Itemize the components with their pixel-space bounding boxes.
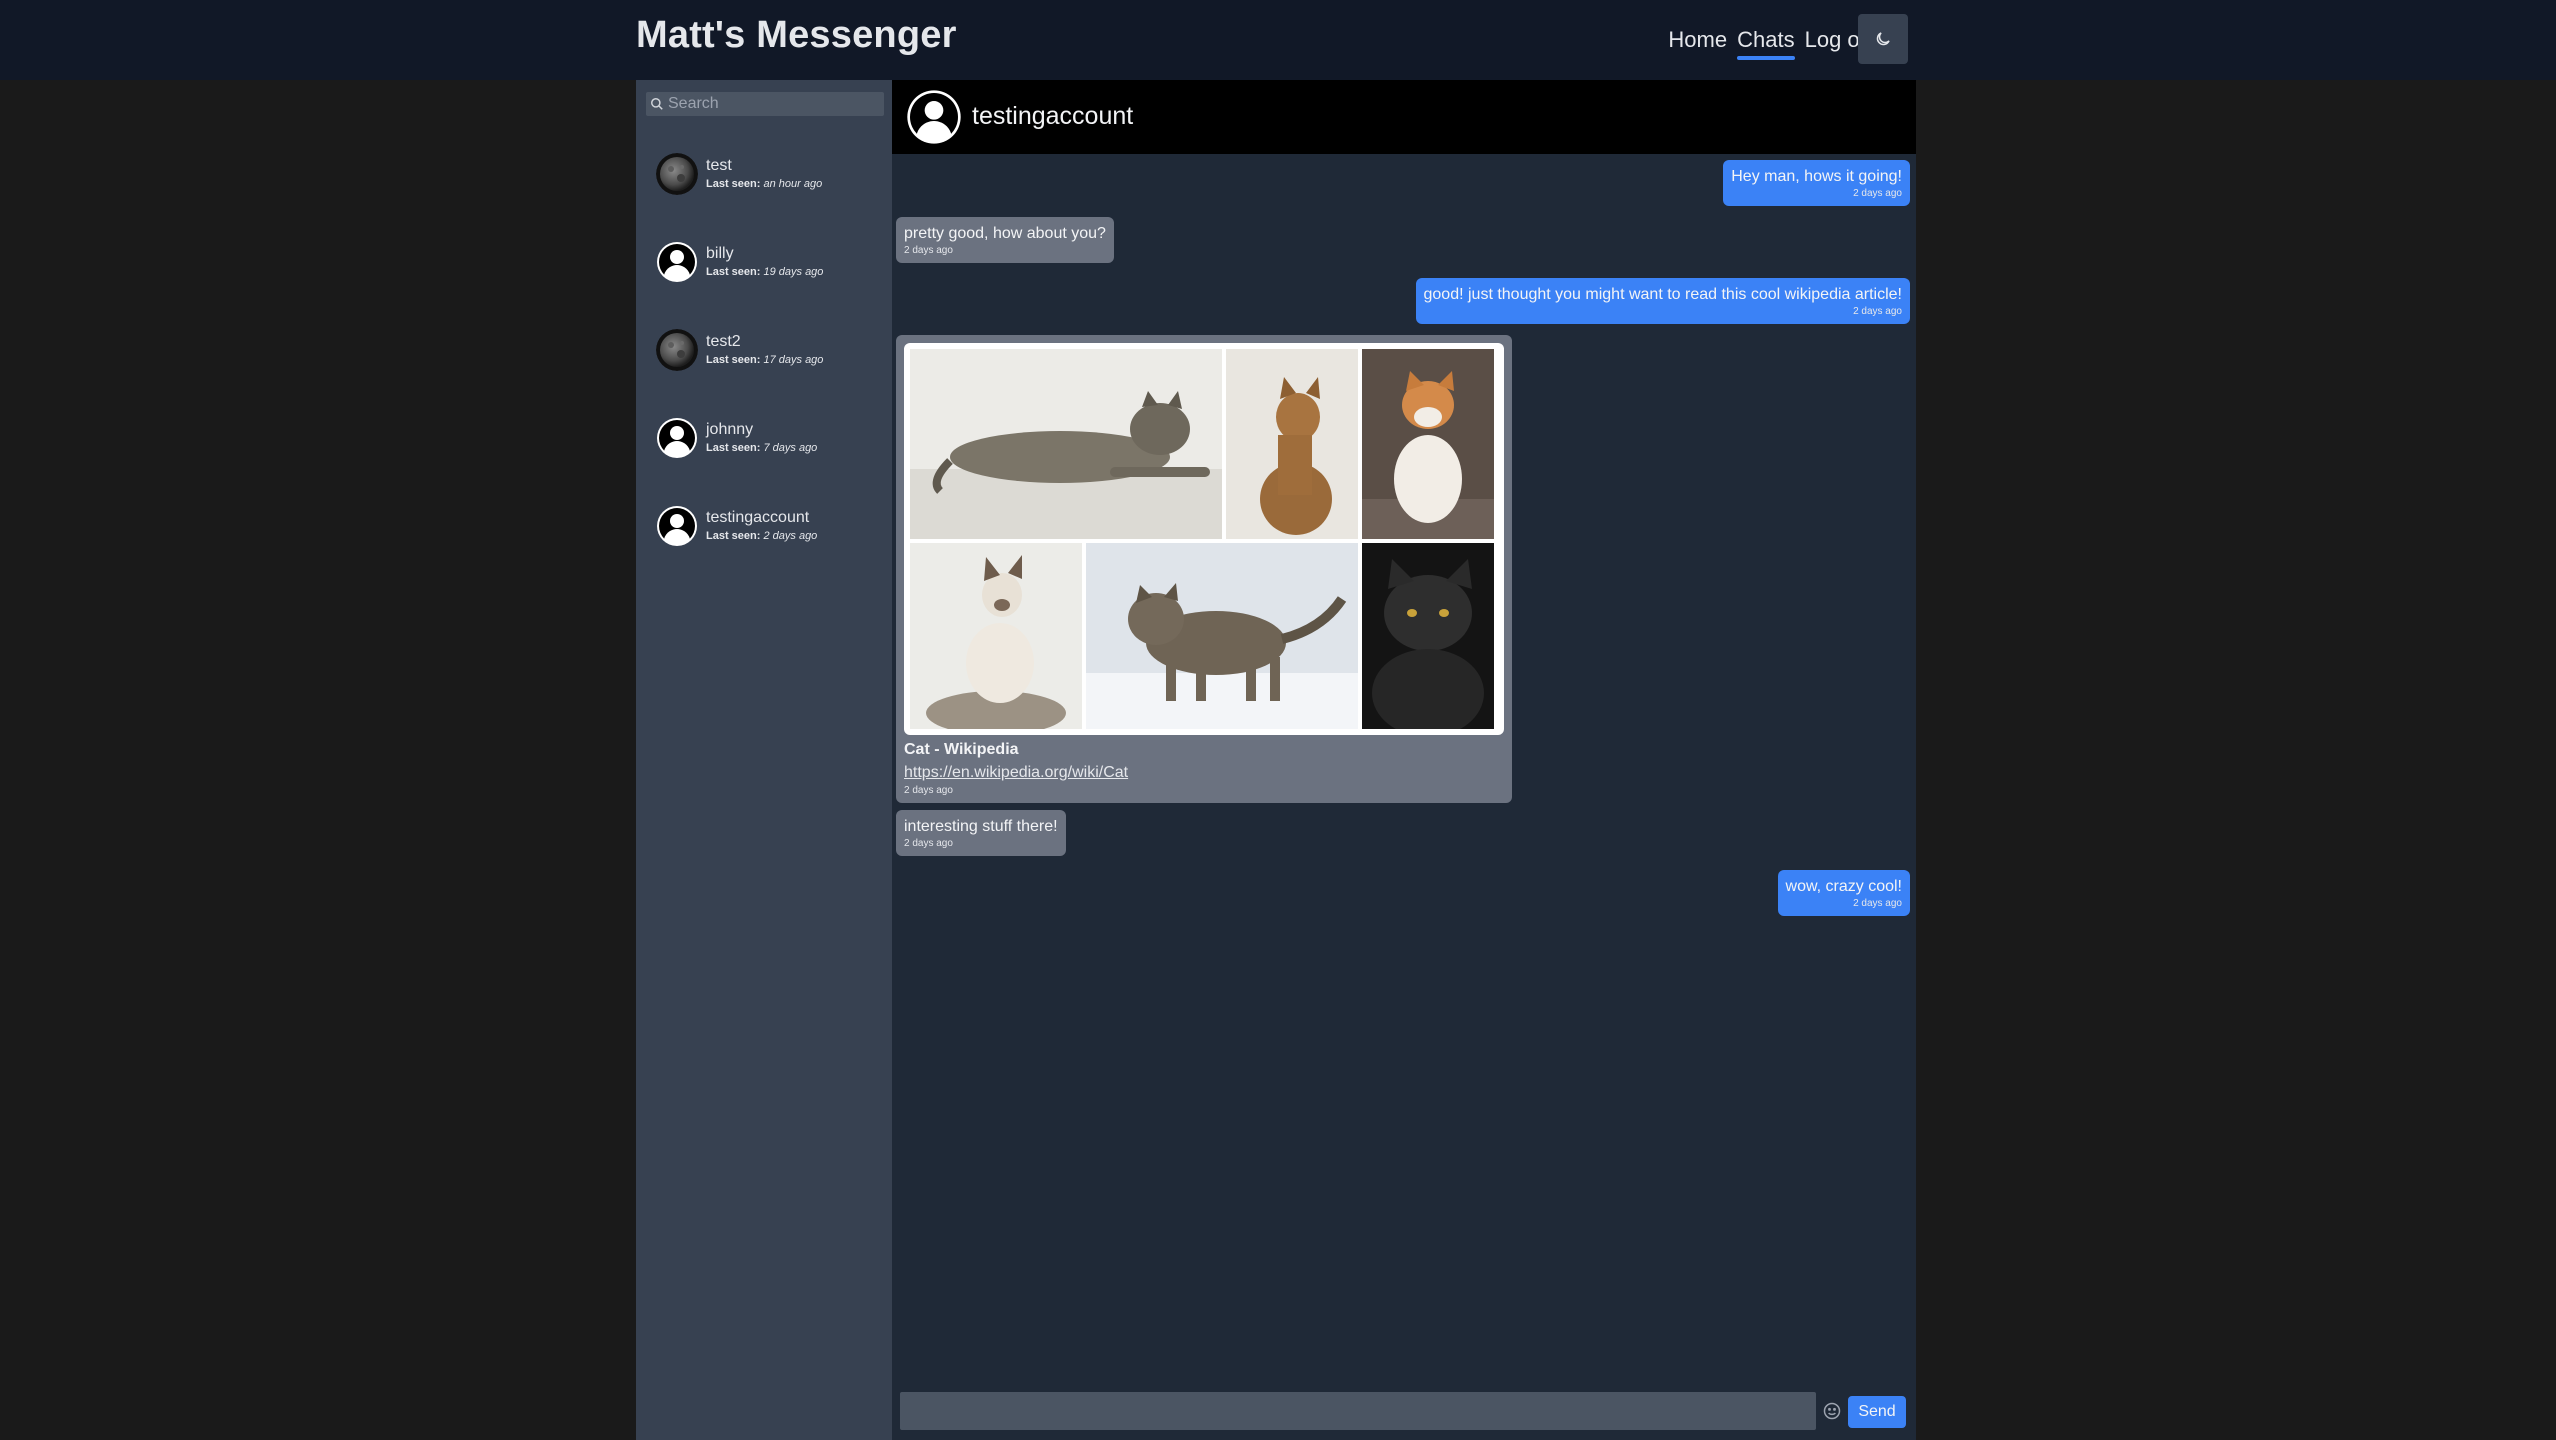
message-text: Hey man, hows it going!: [1731, 168, 1902, 185]
message-outgoing: Hey man, hows it going! 2 days ago: [1723, 160, 1910, 206]
contact-last-seen: Last seen: an hour ago: [706, 178, 823, 190]
message-outgoing: good! just thought you might want to rea…: [1415, 278, 1910, 324]
contact-last-seen: Last seen: 7 days ago: [706, 442, 818, 454]
user-avatar-icon[interactable]: [906, 89, 962, 145]
nav-chats-link[interactable]: Chats: [1737, 22, 1796, 60]
message-text: wow, crazy cool!: [1785, 878, 1902, 895]
cat-photo: [1086, 543, 1358, 729]
link-preview-title: Cat - Wikipedia: [904, 741, 1019, 758]
message-time: 2 days ago: [904, 245, 953, 256]
message-time: 2 days ago: [1853, 306, 1902, 317]
contact-last-seen: Last seen: 19 days ago: [706, 266, 824, 278]
contact-name: test2: [706, 333, 741, 350]
user-avatar-icon: [657, 418, 697, 458]
message-text: interesting stuff there!: [904, 818, 1058, 835]
cat-photo: [1226, 349, 1358, 539]
top-navbar: Matt's Messenger Home Chats Log out: [0, 0, 2556, 80]
emoji-icon[interactable]: [1822, 1401, 1842, 1421]
moon-icon: [1876, 32, 1890, 46]
user-avatar-icon: [657, 506, 697, 546]
contact-last-seen: Last seen: 17 days ago: [706, 354, 824, 366]
message-incoming: interesting stuff there! 2 days ago: [896, 810, 1066, 856]
contact-name: billy: [706, 245, 734, 262]
contact-item-testingaccount[interactable]: testingaccount Last seen: 2 days ago: [656, 496, 876, 556]
link-preview-image[interactable]: [904, 343, 1504, 735]
cat-photo: [1362, 543, 1494, 729]
search-input[interactable]: [668, 95, 878, 113]
contact-item-billy[interactable]: billy Last seen: 19 days ago: [656, 232, 876, 292]
chat-title: testingaccount: [972, 102, 1134, 130]
message-link-preview: Cat - Wikipedia https://en.wikipedia.org…: [896, 335, 1512, 803]
user-avatar-icon: [657, 242, 697, 282]
search-box[interactable]: [646, 92, 884, 116]
chat-header: testingaccount: [892, 80, 1916, 154]
message-text: good! just thought you might want to rea…: [1423, 286, 1903, 303]
moon-avatar: [656, 329, 698, 371]
contact-item-johnny[interactable]: johnny Last seen: 7 days ago: [656, 408, 876, 468]
contact-name: testingaccount: [706, 509, 810, 526]
message-time: 2 days ago: [904, 838, 953, 849]
search-icon: [646, 92, 668, 116]
cat-photo: [910, 349, 1222, 539]
message-time: 2 days ago: [1853, 898, 1902, 909]
theme-toggle-button[interactable]: [1858, 14, 1908, 64]
chat-panel: testingaccount Hey man, hows it going! 2…: [892, 80, 1916, 1440]
contacts-sidebar: test Last seen: an hour ago billy Last s…: [636, 80, 892, 1440]
contact-item-test2[interactable]: test2 Last seen: 17 days ago: [656, 320, 876, 380]
message-time: 2 days ago: [1853, 188, 1902, 199]
cat-photo: [910, 543, 1082, 729]
contact-item-test[interactable]: test Last seen: an hour ago: [656, 144, 876, 204]
contact-last-seen: Last seen: 2 days ago: [706, 530, 818, 542]
contact-name: test: [706, 157, 732, 174]
message-text: pretty good, how about you?: [904, 225, 1106, 242]
send-button[interactable]: Send: [1848, 1396, 1906, 1428]
message-input[interactable]: [900, 1392, 1816, 1430]
cat-photo: [1362, 349, 1494, 539]
app-brand[interactable]: Matt's Messenger: [636, 14, 957, 57]
moon-avatar: [656, 153, 698, 195]
message-incoming: pretty good, how about you? 2 days ago: [896, 217, 1114, 263]
nav-home-link[interactable]: Home: [1668, 22, 1727, 58]
link-preview-url[interactable]: https://en.wikipedia.org/wiki/Cat: [904, 764, 1128, 781]
message-composer: Send: [900, 1392, 1908, 1432]
message-outgoing: wow, crazy cool! 2 days ago: [1777, 870, 1910, 916]
message-time: 2 days ago: [904, 785, 953, 796]
contact-name: johnny: [706, 421, 754, 438]
